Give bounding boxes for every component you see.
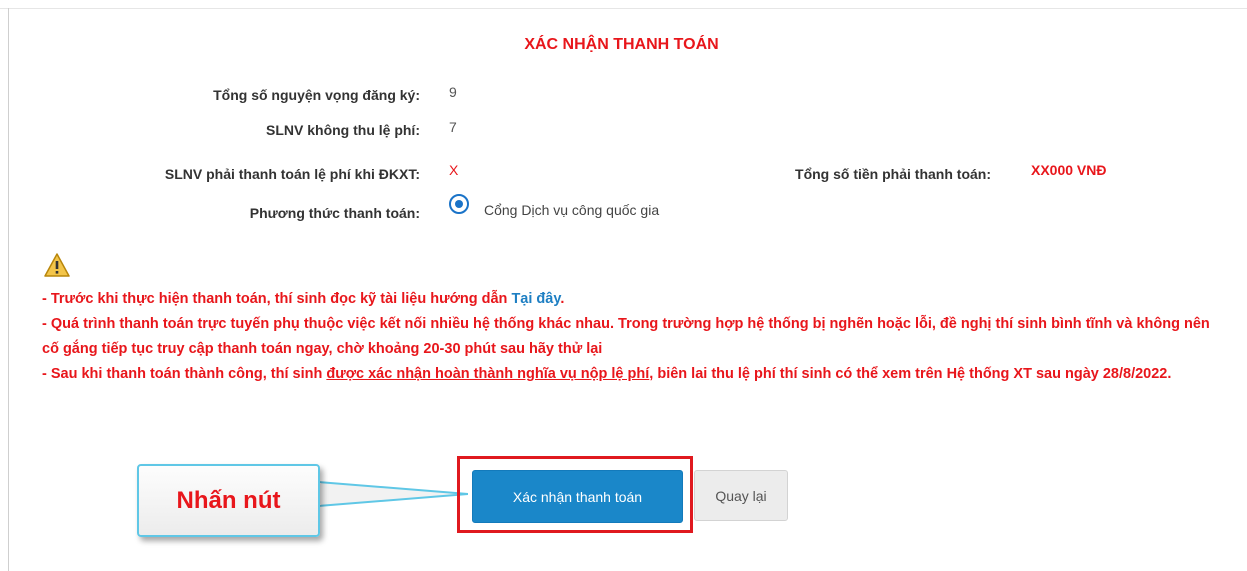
note-line-3: - Sau khi thanh toán thành công, thí sin… [42, 362, 1212, 387]
warning-icon [44, 253, 70, 277]
payment-method-radio[interactable] [449, 194, 469, 214]
note-3-underlined: được xác nhận hoàn thành nghĩa vụ nộp lệ… [326, 366, 650, 382]
callout-pointer [318, 480, 468, 508]
instruction-callout: Nhấn nút [137, 464, 320, 537]
panel-top-border [0, 8, 1247, 9]
paid-aspirations-value: X [449, 162, 459, 178]
payment-method-option-label[interactable]: Cổng Dịch vụ công quốc gia [484, 202, 659, 218]
confirm-payment-button[interactable]: Xác nhận thanh toán [472, 470, 683, 523]
page-title: XÁC NHẬN THANH TOÁN [0, 36, 1247, 54]
back-button[interactable]: Quay lại [694, 470, 788, 521]
payment-notes: - Trước khi thực hiện thanh toán, thí si… [42, 287, 1212, 387]
callout-text: Nhấn nút [176, 486, 281, 514]
note-line-1: - Trước khi thực hiện thanh toán, thí si… [42, 287, 1212, 312]
total-amount-value: XX000 VNĐ [1031, 162, 1107, 178]
total-aspirations-value: 9 [449, 84, 457, 100]
note-3-text: - Sau khi thanh toán thành công, thí sin… [42, 366, 327, 382]
payment-method-label: Phương thức thanh toán: [249, 205, 420, 221]
panel-left-border [8, 8, 9, 571]
guide-link[interactable]: Tại đây [511, 291, 560, 307]
note-1-text: - Trước khi thực hiện thanh toán, thí si… [42, 291, 512, 307]
free-aspirations-label: SLNV không thu lệ phí: [266, 122, 420, 138]
total-aspirations-label: Tổng số nguyện vọng đăng ký: [213, 87, 420, 103]
note-3-suffix: , biên lai thu lệ phí thí sinh có thể xe… [649, 366, 1172, 382]
page-title-text: XÁC NHẬN THANH TOÁN [524, 36, 719, 53]
free-aspirations-value: 7 [449, 119, 457, 135]
total-amount-label: Tổng số tiền phải thanh toán: [795, 166, 991, 182]
note-line-2: - Quá trình thanh toán trực tuyến phụ th… [42, 316, 1210, 357]
note-1-suffix: . [560, 291, 565, 307]
paid-aspirations-label: SLNV phải thanh toán lệ phí khi ĐKXT: [164, 166, 420, 182]
